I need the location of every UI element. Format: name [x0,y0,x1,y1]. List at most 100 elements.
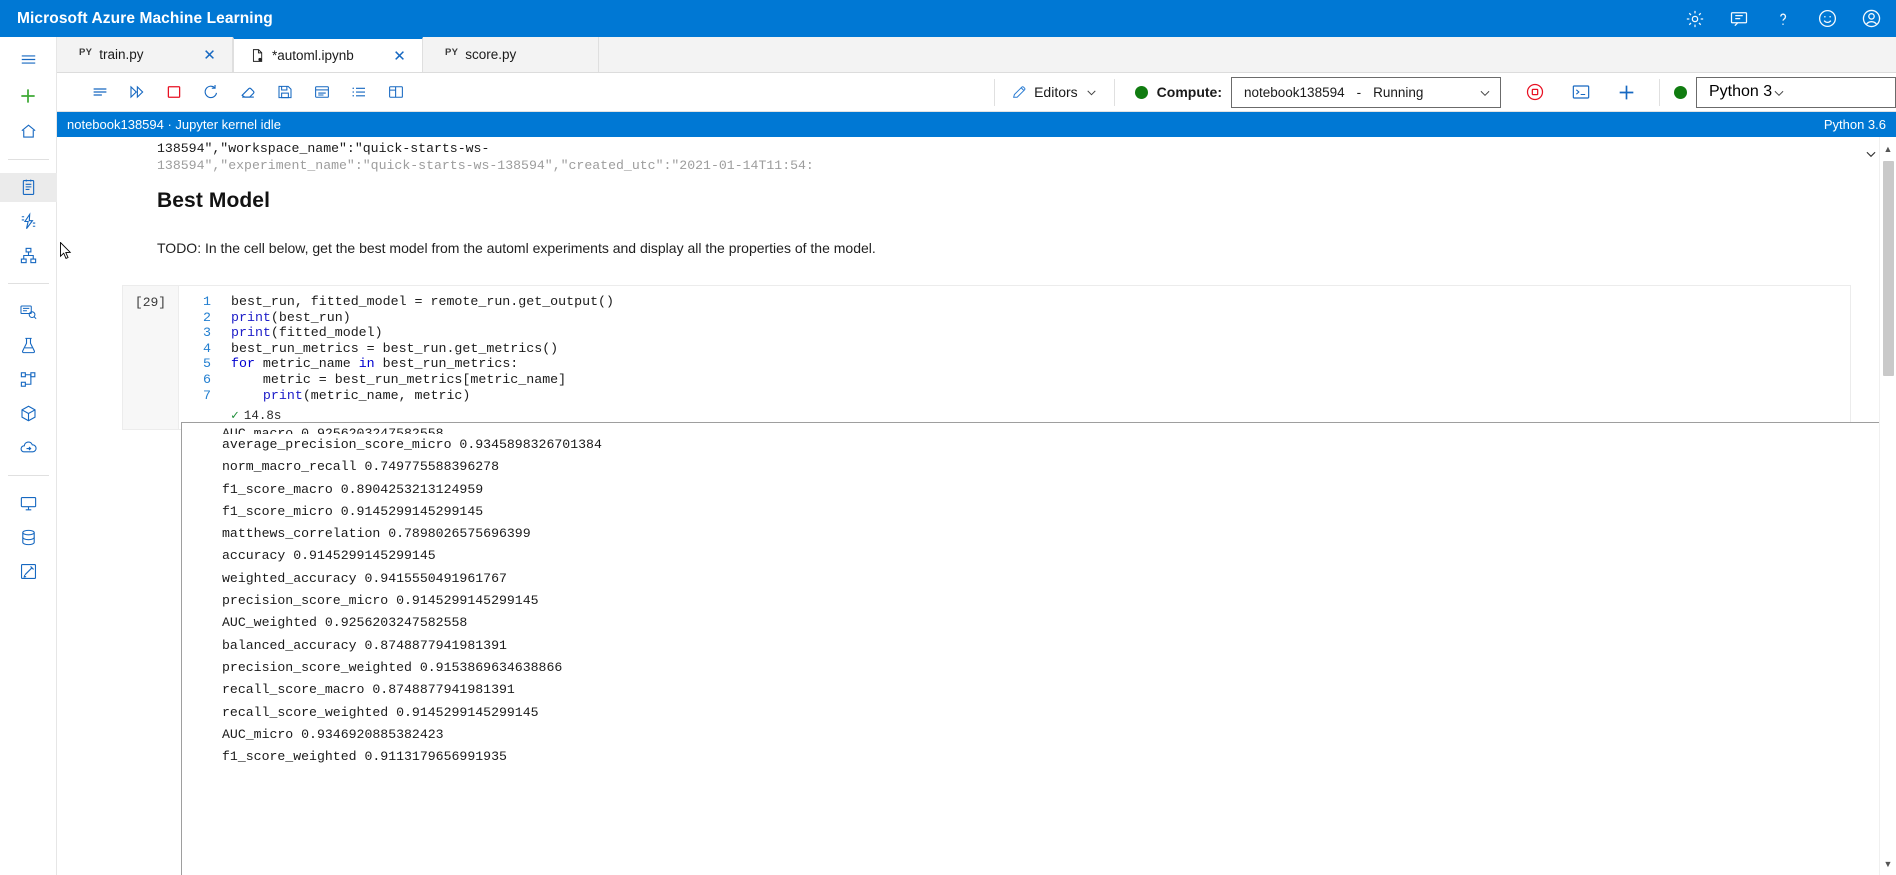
notebook-scrollbar[interactable]: ▲ ▼ [1879,137,1896,875]
cell-runtime: ✓ 14.8s [179,408,1850,423]
line-number: 7 [203,387,211,403]
code-cell[interactable]: [29] 1 best_run, fitted_model = remote_r… [122,285,1851,431]
close-icon[interactable]: ✕ [201,46,218,64]
output-line: f1_score_weighted 0.9113179656991935 [222,749,507,765]
toolbar-left-group [57,78,414,107]
clear-output-eraser-icon[interactable] [233,78,262,107]
line-number: 5 [203,356,211,372]
sidebar-item-notebooks[interactable] [0,173,57,202]
cell-type-icon[interactable] [85,78,114,107]
code-text: metric = best_run_metrics[metric_name] [231,371,567,387]
save-floppy-icon[interactable] [270,78,299,107]
stop-compute-icon[interactable] [1520,78,1549,107]
account-icon[interactable] [1860,8,1882,30]
sidebar-item-automated-ml[interactable] [0,207,57,236]
line-number: 2 [203,309,211,325]
stop-icon[interactable] [159,78,188,107]
output-line: f1_score_macro 0.8904253213124959 [222,481,484,497]
kernel-selector-area: Python 3 [1660,76,1896,108]
chevron-down-icon [1085,86,1098,99]
kernel-status-dot [1674,85,1687,99]
output-line: precision_score_weighted 0.9153869634638… [222,659,563,675]
variable-explorer-icon[interactable] [381,78,410,107]
settings-gear-icon[interactable] [1684,8,1706,30]
cell-output-panel[interactable]: AUC_macro 0.9256203247582558 average_pre… [181,422,1896,875]
feedback-icon[interactable] [1728,8,1750,30]
code-line: 6 metric = best_run_metrics[metric_name] [179,372,1850,388]
sidebar-item-designer[interactable] [0,241,57,270]
line-number: 6 [203,371,211,387]
code-text: print(metric_name, metric) [262,387,471,403]
restart-kernel-icon[interactable] [196,78,225,107]
left-navigation-rail [0,37,57,875]
output-line: weighted_accuracy 0.9415550491961767 [222,570,507,586]
output-line: recall_score_macro 0.8748877941981391 [222,682,515,698]
kernel-select[interactable]: Python 3 [1696,76,1896,108]
code-text: best_run, fitted_model = remote_run.get_… [231,294,615,309]
add-compute-plus-icon[interactable] [1612,78,1641,107]
code-line: 3 print(fitted_model) [179,325,1850,341]
chevron-down-icon [1478,86,1491,99]
insert-cell-icon[interactable] [307,78,336,107]
execution-count: [29] [134,295,167,310]
compute-instance-select[interactable]: notebook138594- Running [1231,76,1501,108]
code-line: 2 print(best_run) [179,310,1850,326]
code-editor[interactable]: 1 best_run, fitted_model = remote_run.ge… [178,286,1850,430]
code-line: 5 for metric_name in best_run_metrics: [179,356,1850,372]
line-number: 1 [203,294,211,309]
tab-label: train.py [99,47,144,62]
close-icon[interactable]: ✕ [391,47,408,65]
scroll-up-icon[interactable]: ▲ [1881,141,1895,156]
output-line: balanced_accuracy 0.8748877941981391 [222,637,507,653]
sidebar-item-endpoints[interactable] [0,433,57,462]
notebook-scroll-thumb[interactable] [1883,161,1894,376]
scroll-down-icon[interactable]: ▼ [1881,856,1895,871]
collapse-chevron-down-icon[interactable] [1864,147,1878,161]
notebook-toolbar: Editors Compute: notebook138594-Running [57,73,1896,112]
sidebar-item-compute[interactable] [0,489,57,518]
compute-selector-area: Compute: notebook138594- Running [1115,73,1645,112]
sidebar-item-datastores[interactable] [0,523,57,552]
help-question-icon[interactable] [1772,8,1794,30]
new-item-plus-icon[interactable] [0,81,57,110]
kernel-version-text: Python 3.6 [1823,117,1886,132]
markdown-paragraph: TODO: In the cell below, get the best mo… [157,240,876,256]
hamburger-menu-icon[interactable] [0,45,57,74]
output-line: f1_score_micro 0.9145299145299145 [222,503,484,519]
clipped-output-line-1: 138594","workspace_name":"quick-starts-w… [157,141,490,156]
smiley-feedback-icon[interactable] [1816,8,1838,30]
tab-train-py[interactable]: PY train.py ✕ [57,37,233,72]
code-line: 1 best_run, fitted_model = remote_run.ge… [179,294,1850,310]
output-line: norm_macro_recall 0.749775588396278 [222,459,499,475]
run-all-icon[interactable] [122,78,151,107]
python-file-badge-icon: PY [79,47,93,58]
sidebar-item-pipelines[interactable] [0,365,57,394]
chevron-down-icon [1772,86,1785,99]
clipped-output-line-2: 138594","experiment_name":"quick-starts-… [157,158,814,173]
cell-output-text: AUC_macro 0.9256203247582558 average_pre… [182,423,1896,768]
home-icon[interactable] [0,117,57,146]
terminal-icon[interactable] [1566,78,1595,107]
sidebar-item-data-labeling[interactable] [0,557,57,586]
compute-status-dot [1134,85,1148,99]
markdown-cell[interactable]: Best Model TODO: In the cell below, get … [57,189,1857,256]
line-number: 4 [203,340,211,356]
output-line: precision_score_micro 0.9145299145299145 [222,593,539,609]
sidebar-item-models[interactable] [0,399,57,428]
outline-list-icon[interactable] [344,78,373,107]
sidebar-item-experiments[interactable] [0,331,57,360]
sidebar-item-datasets[interactable] [0,297,57,326]
line-number: 3 [203,325,211,341]
code-line: 7 print(metric_name, metric) [179,388,1850,404]
editors-dropdown-button[interactable]: Editors [995,73,1114,112]
python-file-badge-icon: PY [445,47,459,58]
runtime-text: 14.8s [243,408,282,423]
tab-automl-ipynb[interactable]: *automl.ipynb ✕ [233,37,423,72]
output-line: AUC_micro 0.9346920885382423 [222,726,444,742]
app-header: Microsoft Azure Machine Learning [0,0,1896,37]
kernel-value: Python 3 [1709,83,1773,100]
code-text: best_run_metrics = best_run.get_metrics(… [231,340,559,356]
pencil-icon [1011,84,1027,100]
kernel-status-text: notebook138594 · Jupyter kernel idle [67,117,281,132]
tab-score-py[interactable]: PY score.py [423,37,599,72]
